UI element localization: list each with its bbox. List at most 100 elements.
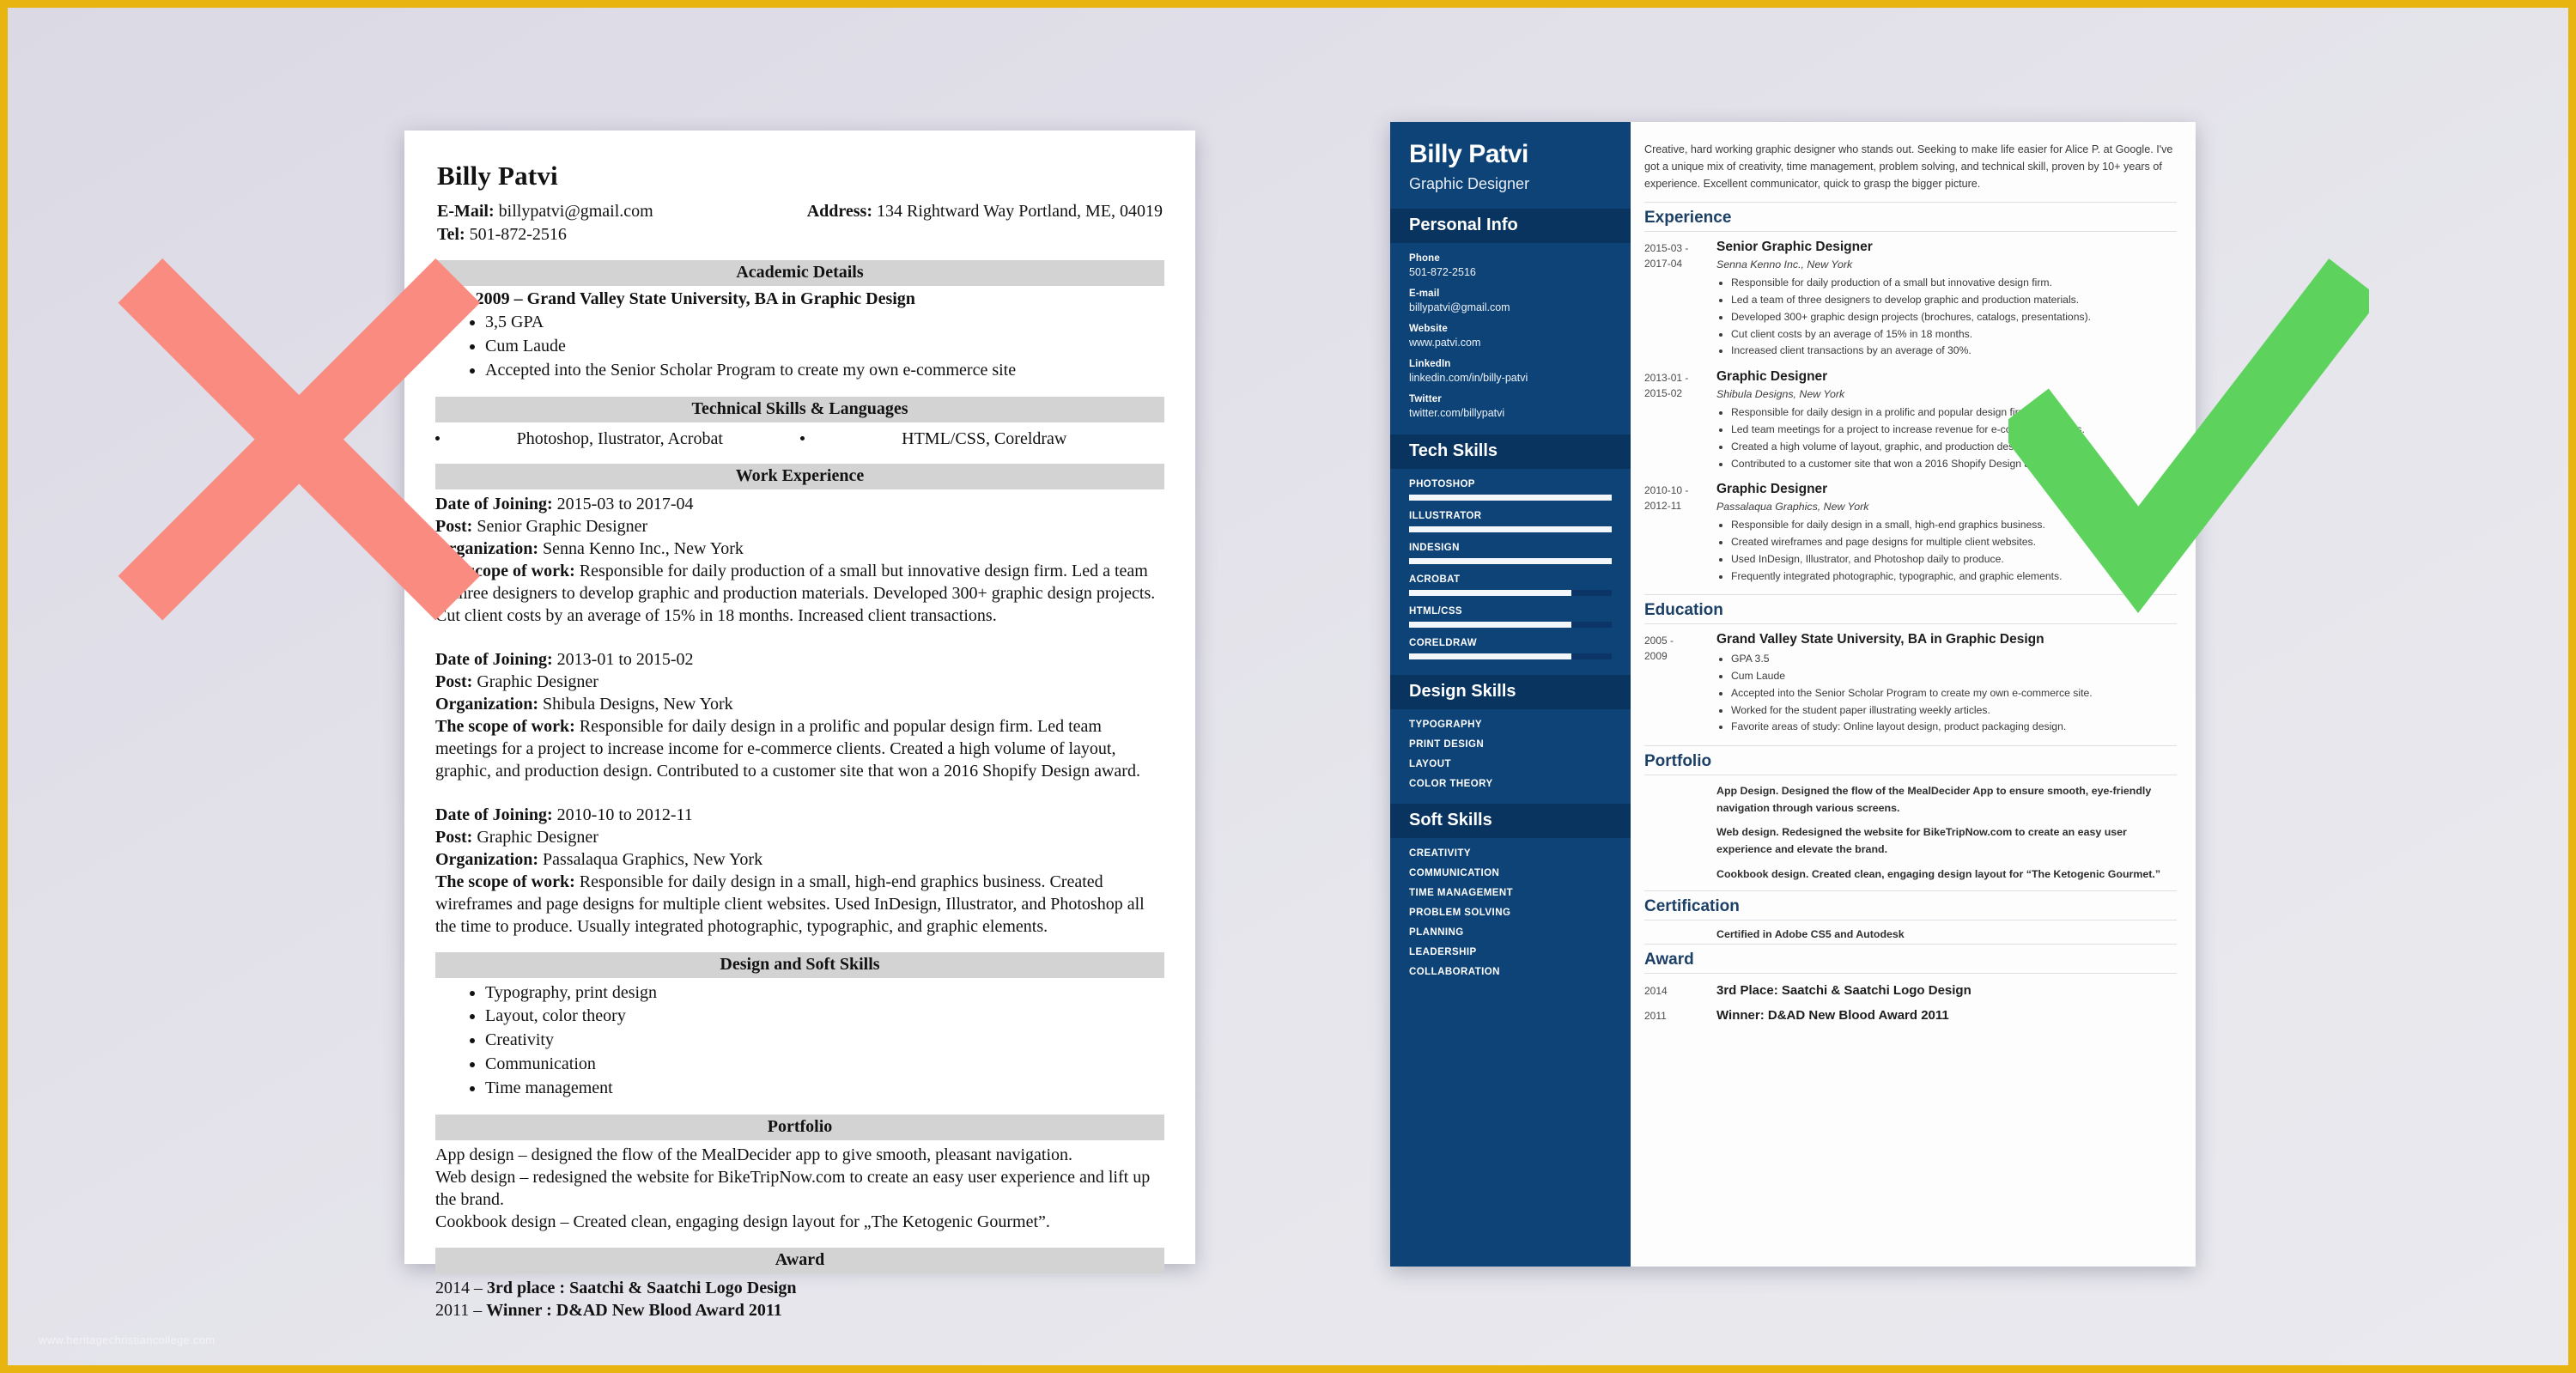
personal-info-value[interactable]: 501-872-2516 [1409,266,1612,278]
bad-resume-tech-col-right: HTML/CSS, Coreldraw [799,428,1165,449]
label-post: Post: [435,827,473,847]
list-item: Creativity [485,1029,1164,1052]
list-item: Communication [485,1053,1164,1076]
tech-skill-bar-fill [1409,621,1571,628]
bad-resume-tel-label: Tel: [437,224,465,244]
list-item: Increased client transactions by an aver… [1731,343,2177,360]
bad-resume-email-value: billypatvi@gmail.com [498,202,653,221]
date-from: 2015-03 - [1644,242,1689,255]
sidebar-section-title-personal-info: Personal Info [1390,208,1631,243]
list-item: Cut client costs by an average of 15% in… [1731,326,2177,343]
good-resume-sidebar: Billy Patvi Graphic Designer Personal In… [1390,122,1631,1267]
bad-resume-job-scope-line: The scope of work: Responsible for daily… [435,562,1155,625]
tech-skill-bar-fill [1409,526,1612,532]
list-item: Responsible for daily production of a sm… [1731,275,2177,292]
soft-skill-item: PROBLEM SOLVING [1409,907,1511,918]
tech-skill-item: ILLUSTRATOR [1409,511,1612,532]
bad-resume-job-org-line: Organization: Shibula Designs, New York [435,693,1164,715]
section-header-work-experience: Work Experience [435,463,1164,489]
sidebar-personal-info-list: Phone 501-872-2516 E-mail billypatvi@gma… [1390,245,1631,434]
personal-info-value[interactable]: twitter.com/billypatvi [1409,407,1612,419]
experience-organization: Passalaqua Graphics, New York [1716,501,1869,513]
award-title: 3rd Place: Saatchi & Saatchi Logo Design [1716,983,1971,999]
portfolio-line: Web design – redesigned the website for … [435,1167,1151,1209]
award-year: 2014 – [435,1278,487,1297]
award-title: Winner: D&AD New Blood Award 2011 [1716,1007,1949,1023]
list-item: Created wireframes and page designs for … [1731,534,2177,551]
label-scope-of-work: The scope of work: [435,872,575,891]
list-item: Contributed to a customer site that won … [1731,456,2177,473]
tech-skill-bar-fill [1409,557,1612,564]
value-organization: Senna Kenno Inc., New York [543,538,744,558]
bad-resume-job-date-line: Date of Joining: 2013-01 to 2015-02 [435,648,1164,671]
design-skill-item: COLOR THEORY [1409,778,1493,789]
page-frame: Billy Patvi E-Mail: billypatvi@gmail.com… [0,0,2576,1373]
sidebar-section-title-soft-skills: Soft Skills [1390,803,1631,838]
tech-skill-item: PHOTOSHOP [1409,479,1612,501]
value-post: Graphic Designer [477,827,598,847]
personal-info-value[interactable]: billypatvi@gmail.com [1409,301,1612,313]
list-item: Favorite areas of study: Online layout d… [1731,719,2177,736]
list-item: Typography, print design [485,981,1164,1005]
good-resume-main-column: Creative, hard working graphic designer … [1631,122,2196,1267]
good-resume-summary: Creative, hard working graphic designer … [1644,143,2173,191]
tech-skill-bar-fill [1409,494,1612,501]
watermark-text: www.heritagechristiancollege.com [39,1334,216,1346]
tech-skill-item: ACROBAT [1409,574,1612,596]
bad-resume-design-soft-skills-bullets: Typography, print design Layout, color t… [485,981,1164,1100]
personal-info-item: Twitter twitter.com/billypatvi [1409,394,1612,419]
section-header-portfolio: Portfolio [435,1114,1164,1140]
label-organization: Organization: [435,694,538,714]
experience-body: Graphic Designer Shibula Designs, New Yo… [1716,369,2177,472]
bad-resume-job-entry: Date of Joining: 2013-01 to 2015-02 Post… [435,648,1164,782]
soft-skill-item: COMMUNICATION [1409,867,1500,878]
bad-resume-tech-right-label: HTML/CSS, Coreldraw [902,428,1067,448]
experience-entry: 2013-01 - 2015-02 Graphic Designer Shibu… [1644,369,2177,472]
bad-resume-job-date-line: Date of Joining: 2010-10 to 2012-11 [435,804,1164,826]
award-year: 2011 – [435,1301,487,1321]
value-date: 2010-10 to 2012-11 [556,805,693,824]
bad-resume-job-org-line: Organization: Passalaqua Graphics, New Y… [435,848,1164,871]
bad-resume-job-scope-line: The scope of work: Responsible for daily… [435,717,1140,781]
experience-date: 2015-03 - 2017-04 [1644,240,1716,360]
label-date-of-joining: Date of Joining: [435,805,553,824]
soft-skill-item: LEADERSHIP [1409,946,1477,957]
award-entry: 2011 Winner: D&AD New Blood Award 2011 [1644,1006,2177,1024]
date-from: 2010-10 - [1644,484,1689,497]
date-to: 2012-11 [1644,499,1682,512]
value-date: 2013-01 to 2015-02 [556,649,694,669]
personal-info-label: Website [1409,323,1448,334]
tech-skill-label: INDESIGN [1409,542,1460,553]
value-organization: Passalaqua Graphics, New York [543,849,763,869]
label-organization: Organization: [435,849,538,869]
tech-skill-label: ACROBAT [1409,574,1461,585]
section-header-academic-details: Academic Details [435,260,1164,287]
tech-skill-bar-track [1409,621,1612,628]
tech-skill-item: INDESIGN [1409,543,1612,564]
value-date: 2015-03 to 2017-04 [556,494,694,513]
soft-skill-item: TIME MANAGEMENT [1409,887,1514,898]
experience-bullets: Responsible for daily design in a prolif… [1731,404,2177,472]
list-item: Created a high volume of layout, graphic… [1731,439,2177,456]
bad-resume-tech-col-left: Photoshop, Ilustrator, Acrobat [435,429,800,449]
list-item: Cum Laude [485,335,1164,358]
experience-job-title: Graphic Designer [1716,482,1828,497]
personal-info-value[interactable]: linkedin.com/in/billy-patvi [1409,372,1612,384]
personal-info-item: LinkedIn linkedin.com/in/billy-patvi [1409,359,1612,384]
date-from: 2005 - [1644,635,1674,647]
award-entry: 2014 3rd Place: Saatchi & Saatchi Logo D… [1644,981,2177,999]
bullet-dot-icon [435,435,440,440]
label-organization: Organization: [435,538,538,558]
personal-info-value[interactable]: www.patvi.com [1409,337,1612,349]
label-post: Post: [435,671,473,691]
experience-entry: 2015-03 - 2017-04 Senior Graphic Designe… [1644,240,2177,360]
bad-resume-job-entry: Date of Joining: 2015-03 to 2017-04 Post… [435,493,1164,627]
list-item: Used InDesign, Illustrator, and Photosho… [1731,551,2177,568]
bad-resume-portfolio-body: App design – designed the flow of the Me… [435,1144,1164,1233]
soft-skill-item: CREATIVITY [1409,847,1472,859]
good-section-title-education: Education [1644,594,2177,625]
portfolio-paragraph: Web design. Redesigned the website for B… [1716,826,2127,855]
tech-skill-bar-track [1409,589,1612,596]
soft-skill-item: COLLABORATION [1409,966,1500,977]
personal-info-label: Twitter [1409,393,1442,404]
